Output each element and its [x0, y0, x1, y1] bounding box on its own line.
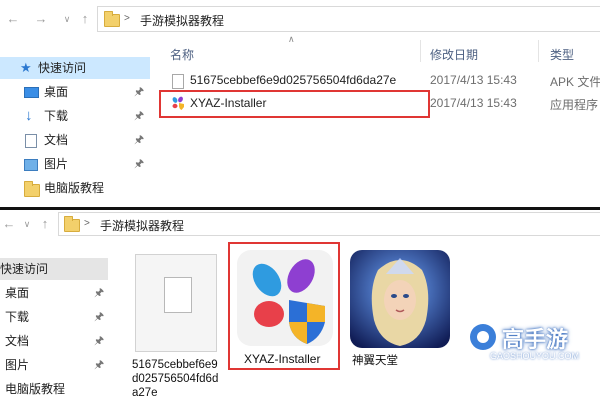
file-tile-apk[interactable]: 51675cebbef6e9d025756504fd6da27e — [130, 250, 226, 400]
highlight-box — [228, 242, 340, 370]
sidebar-item-label: 电脑版教程 — [44, 181, 105, 195]
nav-up-button[interactable]: ↑ — [38, 217, 52, 231]
sidebar-item-documents[interactable]: 文档 🖈 — [0, 129, 150, 151]
watermark-logo-icon — [470, 324, 496, 350]
sidebar-item-label: 下载 — [5, 310, 30, 324]
sidebar-item-pc-tutorial[interactable]: 电脑版教程 — [0, 177, 150, 199]
sidebar-item-label: 图片 — [5, 358, 30, 372]
documents-icon — [25, 134, 37, 148]
file-tile-game[interactable]: 神翼天堂 — [346, 244, 456, 368]
column-header-type[interactable]: 类型 — [550, 46, 574, 63]
address-folder-icon — [64, 216, 80, 232]
tile-caption: 51675cebbef6e9d025756504fd6da27e — [132, 359, 219, 399]
nav-up-button[interactable]: ↑ — [78, 12, 92, 26]
file-type: 应用程序 — [550, 98, 599, 112]
pin-icon: 🖈 — [94, 359, 105, 371]
sidebar-item-pictures[interactable]: 图片 🖈 — [0, 153, 150, 175]
top-explorer-window: ← → ∨ ↑ > 手游模拟器教程 ★ 快速访问 桌面 🖈 ↓ 下载 🖈 文档 … — [0, 0, 600, 208]
download-icon: ↓ — [25, 107, 33, 124]
sidebar-item-documents[interactable]: 文档 🖈 — [0, 330, 108, 352]
desktop-icon — [24, 87, 39, 98]
sidebar-item-label: 快速访问 — [38, 61, 87, 75]
address-separator: > — [84, 218, 90, 229]
column-header-name[interactable]: 名称 — [170, 46, 194, 63]
watermark-brand: 高手游 — [502, 327, 569, 352]
nav-up-dropdown[interactable]: ∨ — [60, 12, 74, 26]
blank-file-icon — [172, 74, 184, 89]
address-folder-icon — [104, 11, 120, 27]
pictures-icon — [24, 159, 38, 171]
blank-file-icon — [135, 254, 217, 352]
sidebar-item-label: 文档 — [5, 334, 30, 348]
game-app-icon — [350, 250, 450, 348]
watermark-site: GAOSHOUYOU.COM — [490, 351, 580, 361]
file-name: 51675cebbef6e9d025756504fd6da27e — [190, 73, 397, 87]
sidebar-item-label: 文档 — [44, 133, 69, 147]
highlight-box — [159, 90, 430, 118]
column-divider[interactable] — [420, 40, 421, 62]
file-modified: 2017/4/13 15:43 — [430, 96, 517, 110]
nav-up-dropdown[interactable]: ∨ — [20, 217, 34, 231]
file-type: APK 文件 — [550, 75, 600, 89]
pin-icon: 🖈 — [94, 335, 105, 347]
sidebar-item-downloads[interactable]: 下载 🖈 — [0, 306, 108, 328]
pin-icon: 🖈 — [134, 158, 145, 170]
file-modified: 2017/4/13 15:43 — [430, 73, 517, 87]
sidebar-item-label: 桌面 — [44, 85, 69, 99]
sidebar-item-pictures[interactable]: 图片 🖈 — [0, 354, 108, 376]
watermark-logo: 高手游 GAOSHOUYOU.COM — [470, 322, 600, 366]
sidebar: 快速访问 桌面 🖈 下载 🖈 文档 🖈 图片 🖈 电脑版教程 — [0, 250, 110, 400]
pin-icon: 🖈 — [94, 287, 105, 299]
sidebar-item-pc-tutorial[interactable]: 电脑版教程 — [0, 378, 108, 400]
sort-chevron-icon[interactable]: ∧ — [288, 34, 295, 45]
nav-back-button[interactable]: ← — [6, 12, 20, 26]
sidebar-item-desktop[interactable]: 桌面 🖈 — [0, 81, 150, 103]
star-icon: ★ — [20, 60, 32, 75]
pin-icon: 🖈 — [134, 86, 145, 98]
sidebar-item-label: 图片 — [44, 157, 69, 171]
pin-icon: 🖈 — [94, 311, 105, 323]
address-separator: > — [124, 13, 130, 24]
column-header-modified[interactable]: 修改日期 — [430, 46, 478, 63]
nav-back-button[interactable]: ← — [2, 217, 16, 231]
nav-forward-button[interactable]: → — [34, 12, 48, 26]
tile-caption: 神翼天堂 — [352, 355, 398, 367]
sidebar-item-label: 电脑版教程 — [5, 382, 66, 396]
bottom-explorer-window: ← ∨ ↑ > 手游模拟器教程 快速访问 桌面 🖈 下载 🖈 文档 🖈 图片 🖈… — [0, 210, 600, 400]
sidebar-item-desktop[interactable]: 桌面 🖈 — [0, 282, 108, 304]
pin-icon: 🖈 — [134, 110, 145, 122]
sidebar-item-quick-access[interactable]: 快速访问 — [0, 258, 108, 280]
sidebar-item-label: 下载 — [44, 109, 69, 123]
address-path-segment[interactable]: 手游模拟器教程 — [100, 217, 184, 234]
sidebar-item-downloads[interactable]: ↓ 下载 🖈 — [0, 105, 150, 127]
sidebar-item-label: 桌面 — [5, 286, 30, 300]
sidebar-item-label: 快速访问 — [0, 262, 49, 276]
file-row-apk[interactable]: 51675cebbef6e9d025756504fd6da27e 2017/4/… — [160, 70, 600, 92]
column-divider[interactable] — [538, 40, 539, 62]
sidebar-item-quick-access[interactable]: ★ 快速访问 — [0, 57, 150, 79]
address-path-segment[interactable]: 手游模拟器教程 — [140, 12, 224, 29]
folder-icon — [24, 181, 40, 197]
pin-icon: 🖈 — [134, 134, 145, 146]
sidebar: ★ 快速访问 桌面 🖈 ↓ 下载 🖈 文档 🖈 图片 🖈 电脑版教程 — [0, 40, 150, 208]
